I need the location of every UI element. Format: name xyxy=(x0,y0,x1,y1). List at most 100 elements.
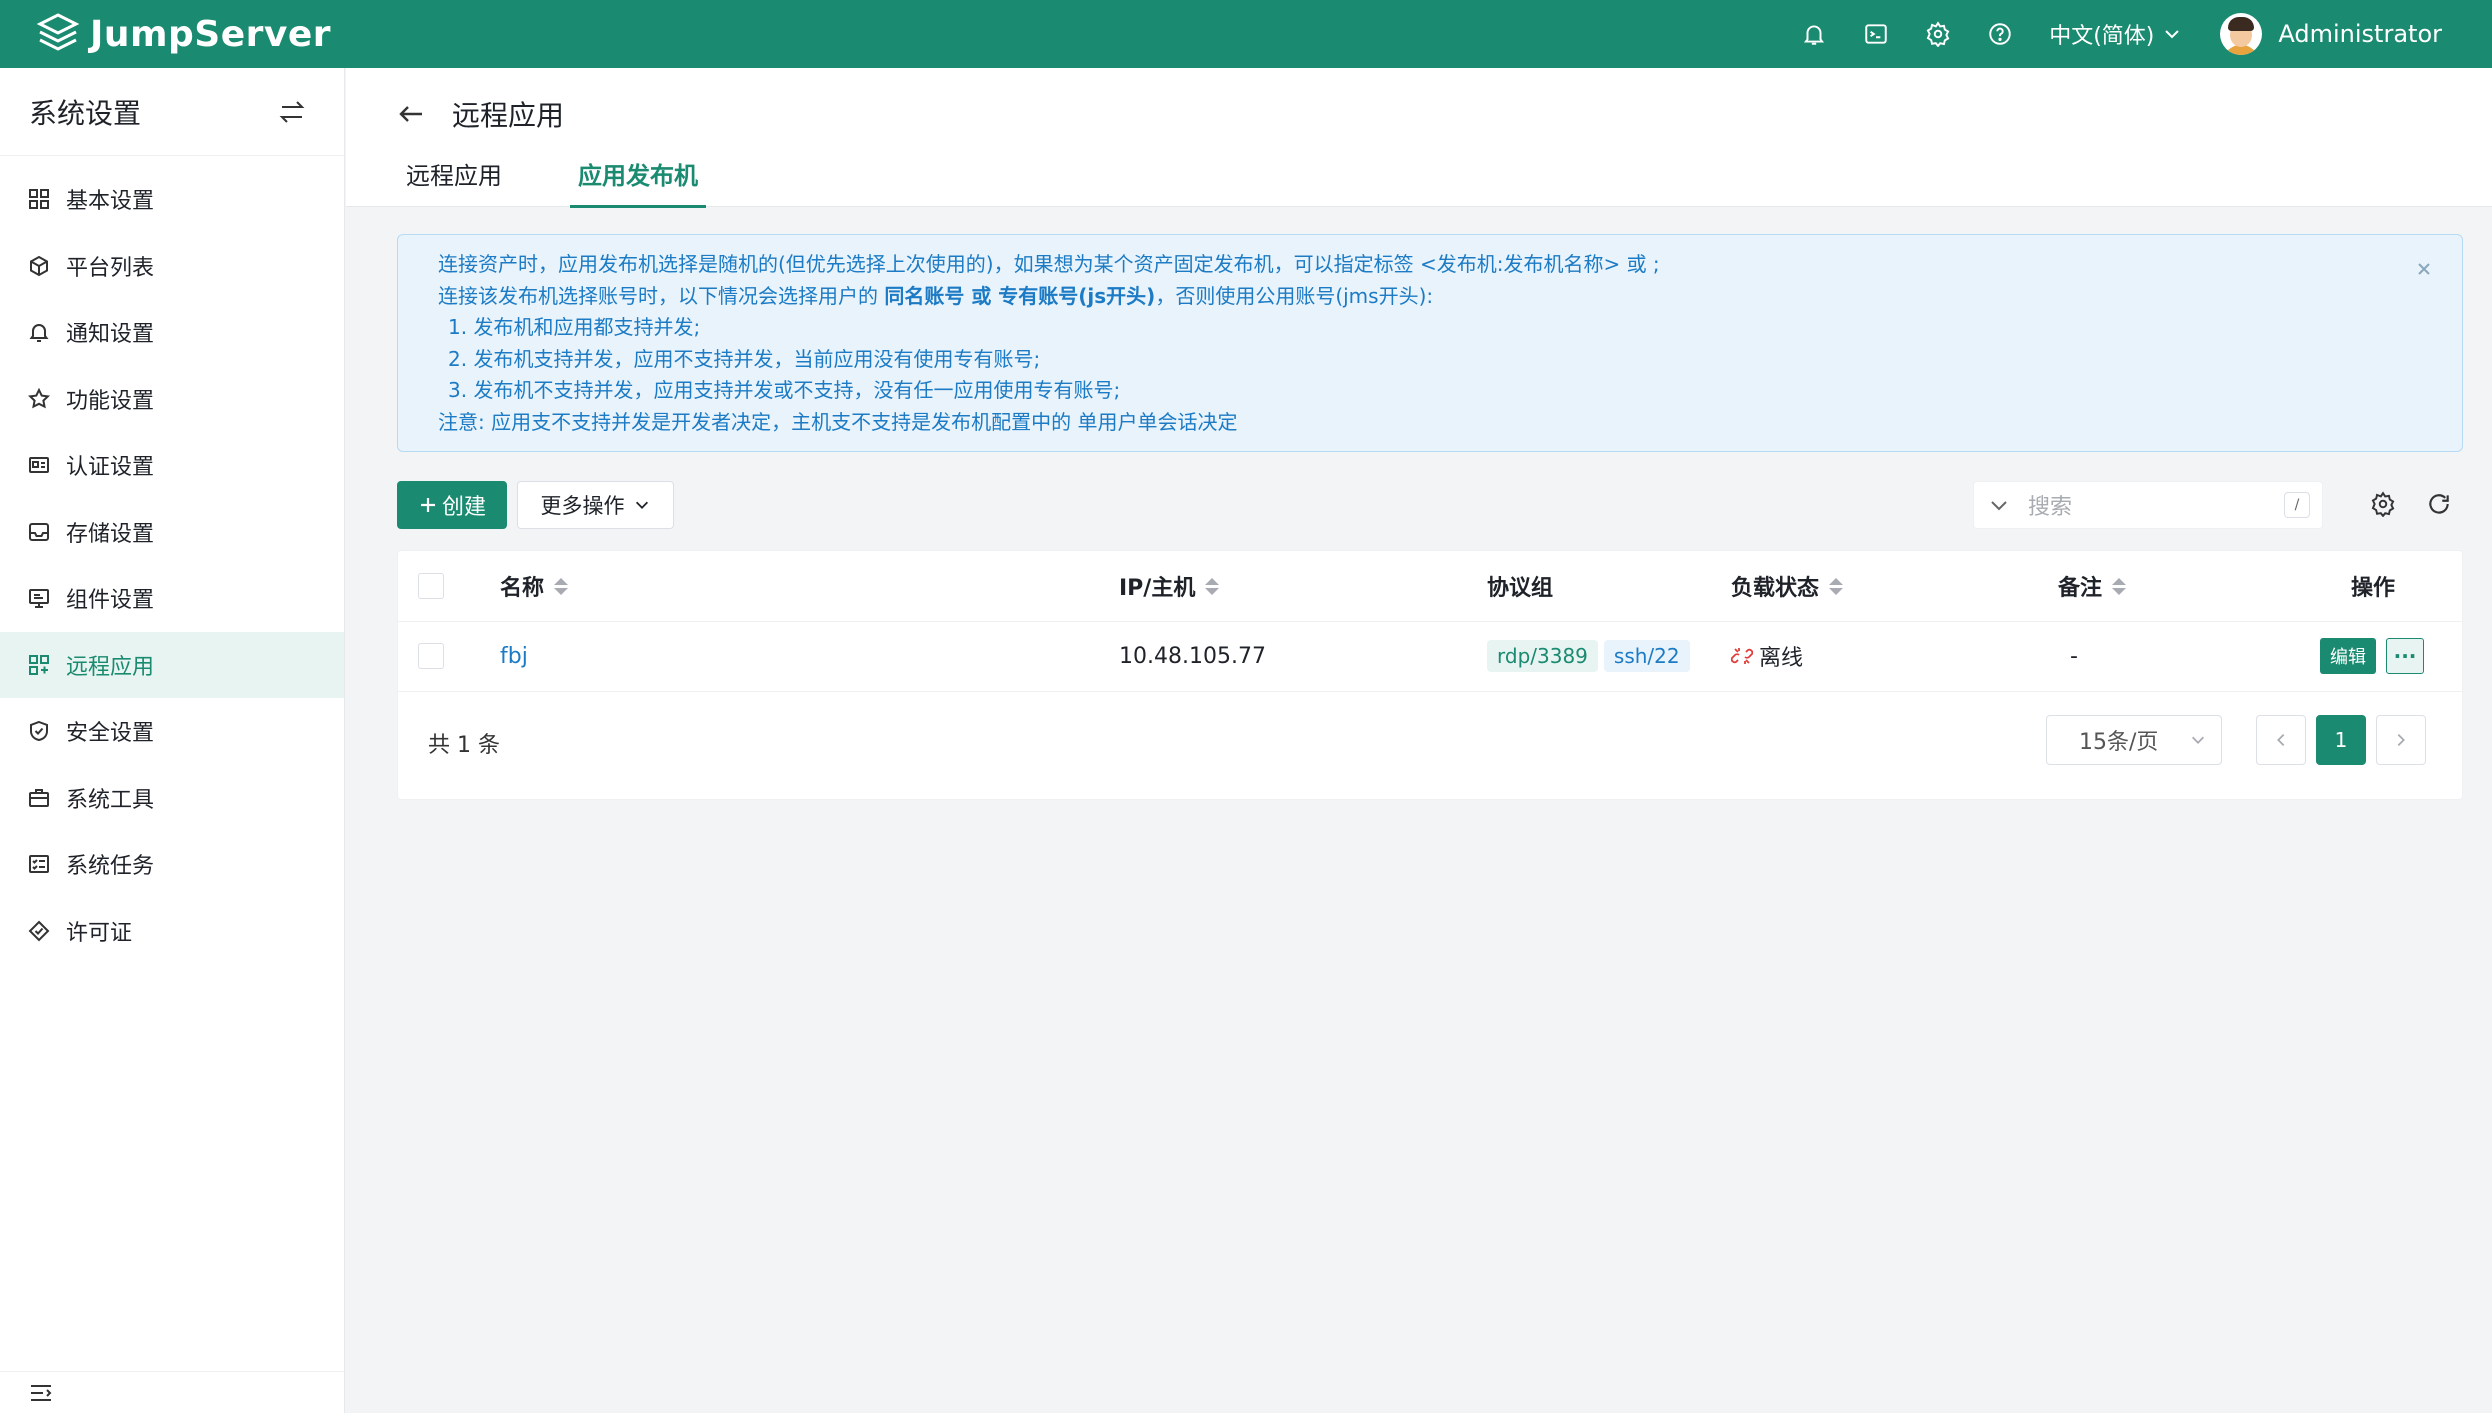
create-button-label: 创建 xyxy=(441,495,486,520)
table-row-name[interactable]: fbj xyxy=(500,621,528,691)
user-menu[interactable]: Administrator xyxy=(2220,13,2442,55)
sidebar-item-label: 组件设置 xyxy=(66,588,155,614)
sidebar-title: 系统设置 xyxy=(29,96,142,130)
chevron-down-icon xyxy=(2191,736,2205,744)
sidebar-item-storage-settings[interactable]: 存储设置 xyxy=(0,499,344,566)
language-selector[interactable]: 中文(简体) xyxy=(2049,18,2182,50)
collapse-menu-icon xyxy=(31,1384,52,1401)
sidebar-item-security-settings[interactable]: 安全设置 xyxy=(0,698,344,765)
alert-line-2: 连接该发布机选择账号时，以下情况会选择用户的 同名账号 或 专有账号(js开头)… xyxy=(438,281,2422,313)
brand-name: JumpServer xyxy=(90,13,332,55)
refresh-icon[interactable] xyxy=(2426,491,2452,517)
cube-icon xyxy=(30,255,48,276)
inbox-icon xyxy=(29,522,49,541)
tab-app-publishers[interactable]: 应用发布机 xyxy=(570,156,706,208)
column-header-name[interactable]: 名称 xyxy=(500,551,569,621)
status-text: 离线 xyxy=(1759,646,1804,671)
alert-note: 注意: 应用支不支持并发是开发者决定，主机支不支持是发布机配置中的 单用户单会话… xyxy=(438,409,1238,434)
star-icon xyxy=(28,387,50,409)
apps-icon xyxy=(29,654,49,675)
edit-button[interactable]: 编辑 xyxy=(2320,638,2376,674)
sidebar-item-license[interactable]: 许可证 xyxy=(0,898,344,965)
sidebar-item-system-tools[interactable]: 系统工具 xyxy=(0,765,344,832)
page-size-select[interactable]: 15条/页 xyxy=(2046,715,2222,765)
sidebar-item-platform-list[interactable]: 平台列表 xyxy=(0,233,344,300)
sidebar-item-label: 平台列表 xyxy=(66,255,155,281)
alert-line-2-suffix: ，否则使用公用账号(jms开头): xyxy=(1155,283,1434,308)
sidebar-item-label: 存储设置 xyxy=(66,521,155,547)
column-header-load-status[interactable]: 负载状态 xyxy=(1731,551,1844,621)
sidebar: 系统设置 基本设置 平台列表 通知设置 功能设置 认证设置 存储设置 组件设置 … xyxy=(0,68,345,1413)
next-page-button[interactable] xyxy=(2376,715,2426,765)
sort-icon[interactable] xyxy=(554,577,569,595)
brand-logo[interactable]: JumpServer xyxy=(36,12,331,56)
column-header-label: 负载状态 xyxy=(1731,576,1820,601)
column-header-label: 备注 xyxy=(2058,576,2103,601)
tab-bar: 远程应用 应用发布机 xyxy=(406,156,782,208)
offline-icon xyxy=(1731,648,1753,664)
chevron-down-icon xyxy=(635,501,648,509)
chevron-left-icon xyxy=(2277,733,2285,747)
sidebar-item-component-settings[interactable]: 组件设置 xyxy=(0,565,344,632)
search-input[interactable]: 搜索 / xyxy=(1973,481,2323,529)
sidebar-item-auth-settings[interactable]: 认证设置 xyxy=(0,432,344,499)
monitor-icon xyxy=(29,589,49,609)
license-icon xyxy=(28,920,50,942)
column-header-label: 操作 xyxy=(2351,576,2396,601)
alert-item-3: 3. 发布机不支持并发，应用支持并发或不支持，没有任一应用使用专有账号; xyxy=(448,378,1121,402)
table-row-ip: 10.48.105.77 xyxy=(1119,643,1266,669)
create-button[interactable]: 创建 xyxy=(397,481,507,529)
prev-page-button[interactable] xyxy=(2256,715,2306,765)
select-all-checkbox[interactable] xyxy=(418,573,444,599)
grid-icon xyxy=(29,189,49,210)
tab-remote-apps[interactable]: 远程应用 xyxy=(406,156,502,208)
jumpserver-logo-icon xyxy=(36,13,80,51)
chevron-right-icon xyxy=(2397,733,2405,747)
column-header-comment[interactable]: 备注 xyxy=(2058,551,2127,621)
name-link[interactable]: fbj xyxy=(500,644,528,669)
header-divider xyxy=(398,621,2462,622)
table-settings-gear-icon[interactable] xyxy=(2370,491,2396,517)
terminal-icon[interactable] xyxy=(1845,0,1907,68)
settings-gear-icon[interactable] xyxy=(1907,0,1969,68)
back-arrow-icon[interactable] xyxy=(396,99,426,129)
id-card-icon xyxy=(29,457,49,474)
page-number-current[interactable]: 1 xyxy=(2316,715,2366,765)
info-alert: 连接资产时，应用发布机选择是随机的(但优先选择上次使用的)，如果想为某个资产固定… xyxy=(397,234,2463,452)
sidebar-item-remote-apps[interactable]: 远程应用 xyxy=(0,631,344,698)
more-actions-dropdown[interactable]: 更多操作 xyxy=(517,481,674,529)
user-name: Administrator xyxy=(2278,20,2442,48)
sort-icon[interactable] xyxy=(1205,577,1220,595)
column-header-label: 协议组 xyxy=(1487,576,1554,601)
avatar xyxy=(2220,13,2263,55)
switch-view-icon[interactable] xyxy=(276,96,308,128)
column-header-protocols: 协议组 xyxy=(1487,551,1553,621)
sidebar-item-system-tasks[interactable]: 系统任务 xyxy=(0,831,344,898)
row-checkbox[interactable] xyxy=(418,643,444,669)
language-label: 中文(简体) xyxy=(2049,24,2155,49)
task-list-icon xyxy=(29,855,49,874)
sort-icon[interactable] xyxy=(2112,577,2127,595)
sidebar-collapse[interactable] xyxy=(0,1371,344,1413)
chevron-down-icon[interactable] xyxy=(1988,494,2010,516)
sidebar-item-label: 认证设置 xyxy=(66,455,155,481)
total-count: 共 1 条 xyxy=(428,733,500,758)
sort-icon[interactable] xyxy=(1829,577,1844,595)
sidebar-item-label: 远程应用 xyxy=(66,654,155,680)
sidebar-item-feature-settings[interactable]: 功能设置 xyxy=(0,366,344,433)
sidebar-item-basic-settings[interactable]: 基本设置 xyxy=(0,166,344,233)
sidebar-item-label: 功能设置 xyxy=(66,388,155,414)
page-header: 远程应用 远程应用 应用发布机 xyxy=(346,68,2492,208)
notification-bell-icon[interactable] xyxy=(1783,0,1845,68)
close-icon[interactable] xyxy=(2412,257,2436,281)
plus-icon xyxy=(420,498,435,512)
sidebar-item-label: 系统任务 xyxy=(66,854,155,880)
sidebar-item-notification-settings[interactable]: 通知设置 xyxy=(0,299,344,366)
help-icon[interactable] xyxy=(1969,0,2031,68)
sidebar-item-label: 基本设置 xyxy=(66,189,155,215)
bell-icon xyxy=(29,324,49,343)
column-header-ip[interactable]: IP/主机 xyxy=(1119,551,1220,621)
chevron-down-icon xyxy=(2165,30,2180,39)
table-row-actions: 编辑 ··· xyxy=(2320,621,2424,691)
more-row-actions-button[interactable]: ··· xyxy=(2386,638,2424,674)
